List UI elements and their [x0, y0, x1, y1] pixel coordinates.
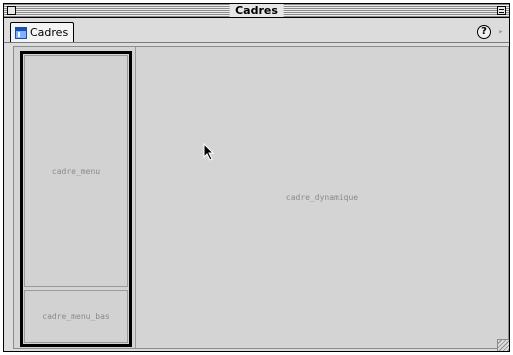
left-frameset[interactable]: cadre_menu cadre_menu_bas [20, 51, 132, 347]
arrow-cursor-icon [203, 143, 215, 161]
tab-label: Cadres [30, 26, 69, 39]
frame-menu-label: cadre_menu [51, 166, 101, 176]
frame-dynamique-label: cadre_dynamique [285, 193, 359, 202]
frame-menu-bas[interactable]: cadre_menu_bas [24, 290, 128, 343]
window-title: Cadres [229, 4, 284, 17]
tab-cadres[interactable]: Cadres [10, 22, 74, 42]
window: Cadres Cadres ? ▸ cadre_menu cadre_menu_… [3, 3, 510, 352]
frame-menu[interactable]: cadre_menu [24, 55, 128, 287]
frameset-preview: cadre_menu cadre_menu_bas cadre_dynamiqu… [13, 46, 509, 349]
title-bar[interactable]: Cadres [4, 4, 509, 18]
tab-strip: Cadres ? ▸ [4, 19, 509, 43]
zoom-box-icon[interactable] [497, 6, 506, 15]
close-box-icon[interactable] [7, 6, 16, 15]
help-button[interactable]: ? [477, 25, 491, 39]
resize-grip-icon[interactable] [497, 339, 509, 351]
frame-dynamique[interactable]: cadre_dynamique [135, 47, 508, 348]
scroll-right-icon[interactable]: ▸ [496, 25, 506, 39]
frame-icon [15, 26, 27, 39]
frame-menu-bas-label: cadre_menu_bas [42, 312, 110, 321]
